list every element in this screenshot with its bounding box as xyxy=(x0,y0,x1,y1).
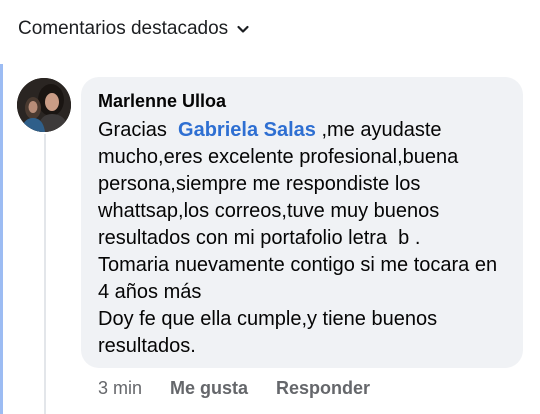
avatar-photo xyxy=(17,78,71,132)
comment-text-rest: ,me ayudaste mucho,eres excelente profes… xyxy=(98,119,498,357)
chevron-down-icon xyxy=(237,25,249,33)
comment-text: Gracias Gabriela Salas ,me ayudaste much… xyxy=(98,117,510,360)
thread-connector-line xyxy=(44,134,46,414)
comments-filter-dropdown[interactable]: Comentarios destacados xyxy=(18,18,250,40)
reply-button[interactable]: Responder xyxy=(276,378,370,399)
comment-text-lead: Gracias xyxy=(98,119,179,141)
avatar[interactable] xyxy=(17,78,71,132)
mention-link[interactable]: Gabriela Salas xyxy=(178,119,316,141)
like-button[interactable]: Me gusta xyxy=(170,378,248,399)
comment-actions: 3 min Me gusta Responder xyxy=(98,378,370,399)
comment-timestamp[interactable]: 3 min xyxy=(98,378,142,399)
comment-author-name[interactable]: Marlenne Ulloa xyxy=(98,91,226,112)
comment-thread: Marlenne Ulloa Gracias Gabriela Salas ,m… xyxy=(0,64,540,414)
comments-filter-label: Comentarios destacados xyxy=(18,18,229,39)
highlight-accent-bar xyxy=(0,64,3,414)
comment-bubble: Marlenne Ulloa Gracias Gabriela Salas ,m… xyxy=(81,77,523,368)
